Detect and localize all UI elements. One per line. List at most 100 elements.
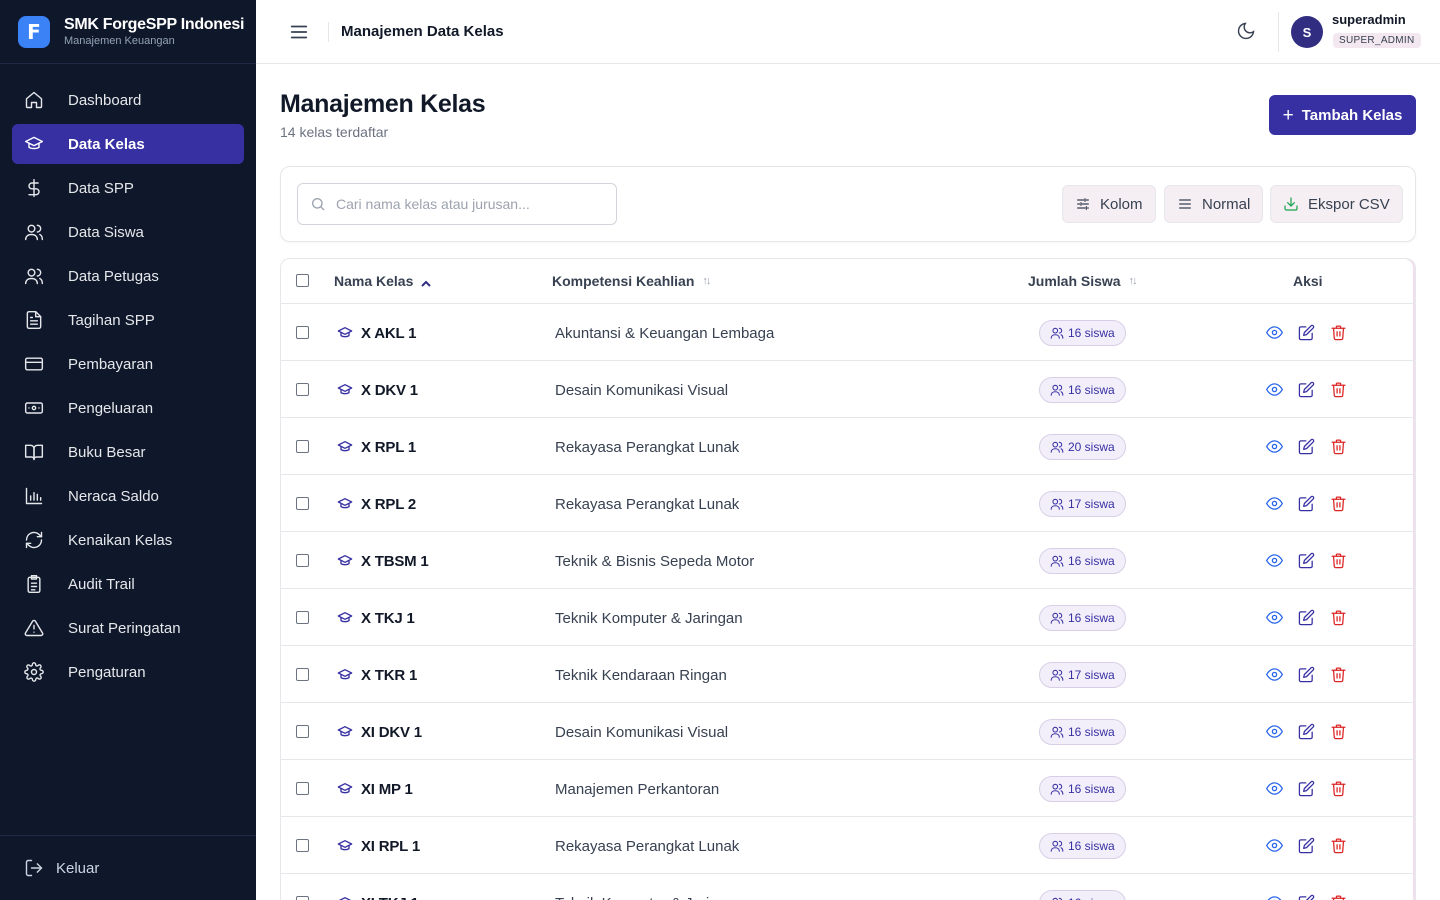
edit-icon[interactable] (1298, 837, 1315, 854)
sidebar-item-dashboard[interactable]: Dashboard (12, 80, 244, 120)
edit-icon[interactable] (1298, 666, 1315, 683)
student-count-badge: 16 siswa (1039, 776, 1126, 802)
select-all-checkbox[interactable] (296, 274, 309, 287)
sidebar-item-label: Buku Besar (68, 443, 146, 461)
delete-icon[interactable] (1330, 552, 1347, 569)
delete-icon[interactable] (1330, 837, 1347, 854)
delete-icon[interactable] (1330, 723, 1347, 740)
avatar[interactable]: S (1291, 16, 1323, 48)
sidebar-item-label: Pengeluaran (68, 399, 154, 417)
edit-icon[interactable] (1298, 552, 1315, 569)
sidebar-item-pengaturan[interactable]: Pengaturan (12, 652, 244, 692)
menu-toggle-button[interactable] (288, 21, 310, 43)
sidebar-item-kenaikan-kelas[interactable]: Kenaikan Kelas (12, 520, 244, 560)
view-icon[interactable] (1266, 837, 1283, 854)
divider (328, 22, 329, 42)
delete-icon[interactable] (1330, 609, 1347, 626)
class-name: X RPL 1 (361, 439, 417, 456)
delete-icon[interactable] (1330, 894, 1347, 900)
delete-icon[interactable] (1330, 438, 1347, 455)
sidebar-item-surat-peringatan[interactable]: Surat Peringatan (12, 608, 244, 648)
edit-icon[interactable] (1298, 894, 1315, 900)
view-icon[interactable] (1266, 438, 1283, 455)
row-checkbox[interactable] (296, 668, 309, 681)
view-icon[interactable] (1266, 609, 1283, 626)
table-row[interactable]: XI RPL 1 Rekayasa Perangkat Lunak 16 siswa (281, 817, 1415, 874)
column-header-komp[interactable]: Kompetensi Keahlian ↑↓ (552, 273, 711, 289)
view-icon[interactable] (1266, 324, 1283, 341)
sidebar-item-label: Data Kelas (68, 135, 145, 153)
row-checkbox[interactable] (296, 383, 309, 396)
delete-icon[interactable] (1330, 780, 1347, 797)
view-icon[interactable] (1266, 381, 1283, 398)
view-icon[interactable] (1266, 723, 1283, 740)
edit-icon[interactable] (1298, 495, 1315, 512)
row-checkbox[interactable] (296, 440, 309, 453)
brand[interactable]: F SMK ForgeSPP Indonesi Manajemen Keuang… (0, 0, 256, 64)
edit-icon[interactable] (1298, 780, 1315, 797)
table-row[interactable]: X TBSM 1 Teknik & Bisnis Sepeda Motor 16 s… (281, 532, 1415, 589)
graduation-cap-icon (337, 325, 353, 341)
row-checkbox[interactable] (296, 896, 309, 900)
sidebar-item-pengeluaran[interactable]: Pengeluaran (12, 388, 244, 428)
table-row[interactable]: XI MP 1 Manajemen Perkantoran 16 siswa (281, 760, 1415, 817)
row-checkbox[interactable] (296, 326, 309, 339)
view-icon[interactable] (1266, 780, 1283, 797)
search-box[interactable] (297, 183, 617, 225)
column-header-count[interactable]: Jumlah Siswa ↑↓ (1028, 273, 1138, 289)
row-checkbox[interactable] (296, 611, 309, 624)
competency: Rekayasa Perangkat Lunak (555, 838, 740, 855)
row-checkbox[interactable] (296, 725, 309, 738)
class-name: XI DKV 1 (361, 724, 422, 741)
row-checkbox[interactable] (296, 839, 309, 852)
sidebar-item-pembayaran[interactable]: Pembayaran (12, 344, 244, 384)
row-checkbox[interactable] (296, 497, 309, 510)
add-class-button[interactable]: + Tambah Kelas (1269, 95, 1416, 135)
table-row[interactable]: X RPL 2 Rekayasa Perangkat Lunak 17 siswa (281, 475, 1415, 532)
view-icon[interactable] (1266, 552, 1283, 569)
table-row[interactable]: X RPL 1 Rekayasa Perangkat Lunak 20 siswa (281, 418, 1415, 475)
view-icon[interactable] (1266, 666, 1283, 683)
table-row[interactable]: XI TKJ 1 Teknik Komputer & Jaringan 16 sis… (281, 874, 1415, 900)
table-row[interactable]: X AKL 1 Akuntansi & Keuangan Lembaga 16 si… (281, 304, 1415, 361)
sidebar-item-buku-besar[interactable]: Buku Besar (12, 432, 244, 472)
page-title: Manajemen Kelas (280, 90, 486, 118)
table-row[interactable]: XI DKV 1 Desain Komunikasi Visual 16 siswa (281, 703, 1415, 760)
search-input[interactable] (336, 196, 596, 212)
row-checkbox[interactable] (296, 782, 309, 795)
sidebar-item-data-siswa[interactable]: Data Siswa (12, 212, 244, 252)
logout-icon (25, 859, 43, 877)
student-count: 16 siswa (1068, 554, 1115, 568)
sidebar-item-data-spp[interactable]: Data SPP (12, 168, 244, 208)
delete-icon[interactable] (1330, 495, 1347, 512)
edit-icon[interactable] (1298, 609, 1315, 626)
export-csv-button[interactable]: Ekspor CSV (1270, 185, 1403, 223)
sidebar-item-data-kelas[interactable]: Data Kelas (12, 124, 244, 164)
edit-icon[interactable] (1298, 723, 1315, 740)
delete-icon[interactable] (1330, 381, 1347, 398)
graduation-cap-icon (337, 439, 353, 455)
competency: Akuntansi & Keuangan Lembaga (555, 325, 775, 342)
view-icon[interactable] (1266, 495, 1283, 512)
sidebar-item-label: Dashboard (68, 91, 142, 109)
column-header-name[interactable]: Nama Kelas (334, 273, 432, 289)
density-button[interactable]: Normal (1164, 185, 1264, 223)
table-toolbar: Kolom Normal Ekspor CSV (280, 166, 1416, 242)
table-row[interactable]: X TKR 1 Teknik Kendaraan Ringan 17 siswa (281, 646, 1415, 703)
edit-icon[interactable] (1298, 381, 1315, 398)
logout-button[interactable]: Keluar (24, 858, 99, 878)
sidebar-item-audit-trail[interactable]: Audit Trail (12, 564, 244, 604)
row-checkbox[interactable] (296, 554, 309, 567)
sidebar-item-neraca-saldo[interactable]: Neraca Saldo (12, 476, 244, 516)
edit-icon[interactable] (1298, 438, 1315, 455)
delete-icon[interactable] (1330, 324, 1347, 341)
sidebar-item-data-petugas[interactable]: Data Petugas (12, 256, 244, 296)
table-row[interactable]: X DKV 1 Desain Komunikasi Visual 16 siswa (281, 361, 1415, 418)
sidebar-item-tagihan-spp[interactable]: Tagihan SPP (12, 300, 244, 340)
delete-icon[interactable] (1330, 666, 1347, 683)
view-icon[interactable] (1266, 894, 1283, 900)
theme-toggle-button[interactable] (1236, 21, 1258, 43)
columns-button[interactable]: Kolom (1062, 185, 1156, 223)
table-row[interactable]: X TKJ 1 Teknik Komputer & Jaringan 16 sisw… (281, 589, 1415, 646)
edit-icon[interactable] (1298, 324, 1315, 341)
